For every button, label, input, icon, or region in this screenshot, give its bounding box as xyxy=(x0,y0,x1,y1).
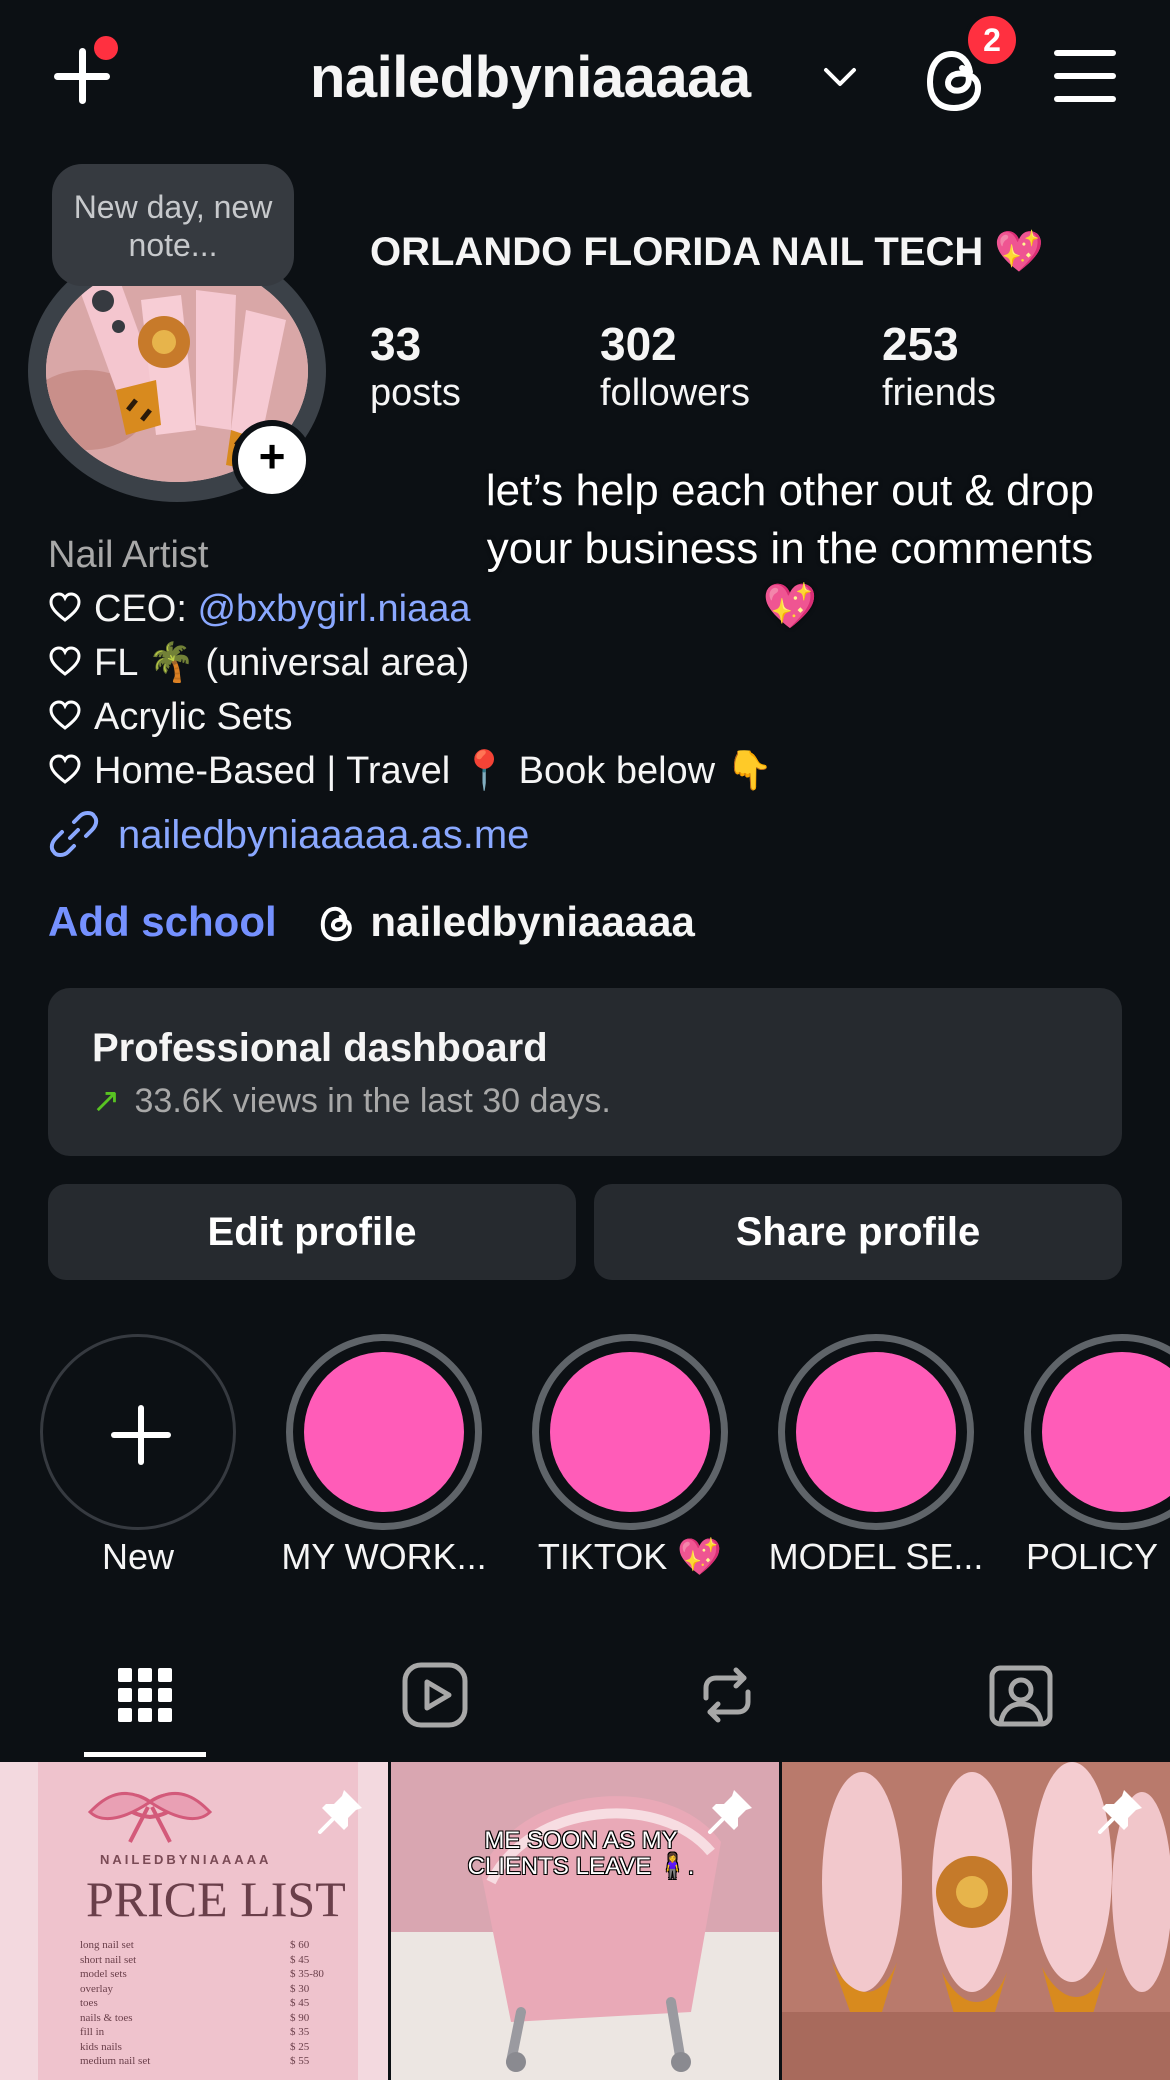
highlight-label: POLICY xyxy=(1026,1536,1159,1577)
highlight-my-work[interactable] xyxy=(286,1334,482,1530)
trend-up-icon: ↗ xyxy=(92,1082,121,1120)
video-caption: ME SOON AS MY CLIENTS LEAVE 🧍‍♀️. xyxy=(467,1827,695,1880)
grid-icon[interactable] xyxy=(110,1660,180,1730)
heart-icon xyxy=(49,646,81,676)
bio-line-booking: Home-Based | Travel 📍 Book below 👇 xyxy=(48,744,773,798)
professional-dashboard[interactable]: Professional dashboard ↗ 33.6K views in t… xyxy=(48,988,1122,1156)
add-school-link[interactable]: Add school xyxy=(48,898,277,945)
price-list-brand: NAILEDBYNIAAAAA xyxy=(100,1852,272,1867)
dashboard-subtitle: 33.6K views in the last 30 days. xyxy=(134,1082,611,1120)
reels-icon[interactable] xyxy=(400,1660,470,1730)
bio: Nail Artist CEO: @bxbygirl.niaaa FL 🌴 (u… xyxy=(48,528,773,798)
pin-icon xyxy=(318,1790,362,1834)
website-link[interactable]: nailedbyniaaaaa.as.me xyxy=(48,808,529,860)
link-icon xyxy=(49,811,99,857)
highlight-label: TIKTOK 💖 xyxy=(537,1536,723,1577)
posts-count: 33 xyxy=(370,318,422,370)
heart-icon xyxy=(49,754,81,784)
threads-icon xyxy=(321,906,353,942)
edit-profile-button[interactable]: Edit profile xyxy=(48,1184,576,1280)
highlight-label: New xyxy=(101,1536,175,1577)
friends-stat[interactable]: 253 friends xyxy=(882,318,996,416)
bio-line-services: Acrylic Sets xyxy=(48,690,773,744)
reposts-icon[interactable] xyxy=(692,1660,762,1730)
highlight-tiktok[interactable] xyxy=(532,1334,728,1530)
friends-label: friends xyxy=(882,372,997,414)
school-row: Add school nailedbyniaaaaa xyxy=(48,898,695,946)
price-list-title: PRICE LIST xyxy=(86,1871,346,1927)
menu-icon[interactable] xyxy=(1054,50,1116,102)
price-list-items: long nail set short nail set model sets ov… xyxy=(80,1939,151,2067)
pin-icon xyxy=(708,1790,752,1834)
pin-icon xyxy=(1098,1790,1142,1834)
account-switcher-username[interactable]: nailedbyniaaaaa xyxy=(310,44,751,111)
create-button[interactable] xyxy=(48,36,118,110)
add-story-button[interactable]: + xyxy=(232,420,312,500)
heart-icon xyxy=(49,592,81,622)
friends-count: 253 xyxy=(882,318,959,370)
ceo-mention-link[interactable]: @bxbygirl.niaaa xyxy=(197,588,470,630)
followers-label: followers xyxy=(600,372,750,414)
followers-stat[interactable]: 302 followers xyxy=(600,318,750,416)
threads-profile-link[interactable]: nailedbyniaaaaa xyxy=(316,898,695,945)
highlight-label: MODEL SE... xyxy=(768,1536,984,1577)
profile-name: ORLANDO FLORIDA NAIL TECH 💖 xyxy=(370,230,1045,274)
posts-label: posts xyxy=(370,372,461,414)
note-bubble[interactable]: New day, new note... xyxy=(52,164,294,286)
highlight-policy[interactable] xyxy=(1024,1334,1170,1530)
new-highlight-button[interactable] xyxy=(40,1334,236,1530)
chevron-down-icon[interactable] xyxy=(820,58,860,98)
price-list-prices: $ 60 $ 45 $ 35-80 $ 30 $ 45 $ 90 $ 35 $ 25 $ 5… xyxy=(290,1939,324,2067)
followers-count: 302 xyxy=(600,318,677,370)
category-label: Nail Artist xyxy=(48,534,209,576)
highlight-label: MY WORK... xyxy=(281,1536,487,1577)
notification-dot xyxy=(94,36,118,60)
heart-icon xyxy=(49,700,81,730)
bio-line-ceo: CEO: @bxbygirl.niaaa xyxy=(48,582,773,636)
highlight-model-sets[interactable] xyxy=(778,1334,974,1530)
posts-stat[interactable]: 33 posts xyxy=(370,318,461,416)
dashboard-title: Professional dashboard xyxy=(92,1026,548,1070)
share-profile-button[interactable]: Share profile xyxy=(594,1184,1122,1280)
tagged-icon[interactable] xyxy=(986,1660,1056,1730)
active-tab-indicator xyxy=(84,1752,206,1757)
bio-line-location: FL 🌴 (universal area) xyxy=(48,636,773,690)
threads-notification-badge: 2 xyxy=(964,12,1020,68)
